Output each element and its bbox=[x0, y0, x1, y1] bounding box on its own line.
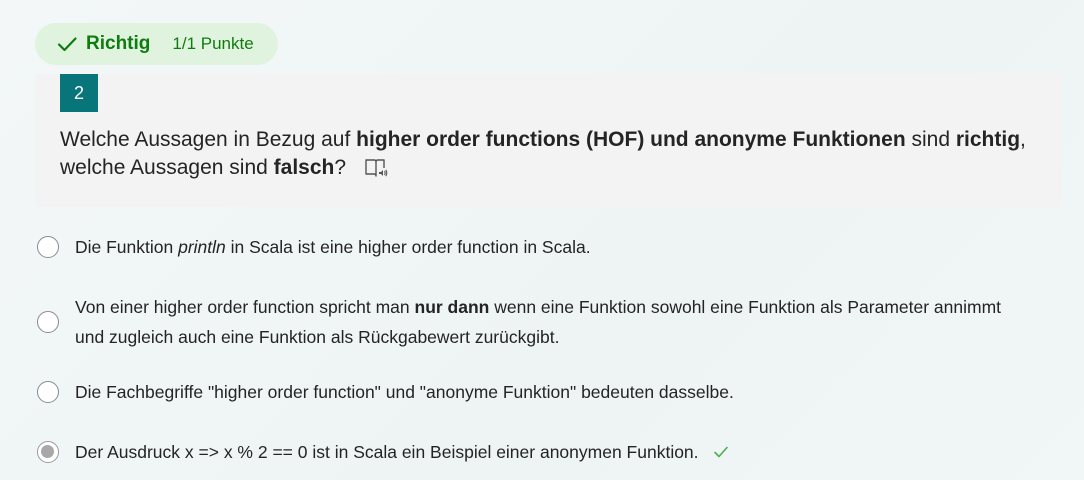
check-icon bbox=[57, 37, 77, 52]
radio-button[interactable] bbox=[37, 381, 59, 403]
question-text-part: sind bbox=[905, 128, 956, 151]
answer-text-italic: println bbox=[178, 237, 226, 257]
radio-button-selected[interactable] bbox=[37, 441, 59, 463]
question-text-bold: richtig bbox=[955, 128, 1021, 151]
check-icon bbox=[713, 446, 728, 458]
answer-option-label: Der Ausdruck x => x % 2 == 0 ist in Scal… bbox=[75, 437, 729, 467]
answer-option-selected[interactable]: Der Ausdruck x => x % 2 == 0 ist in Scal… bbox=[37, 437, 729, 467]
question-text-part: ? bbox=[334, 156, 347, 179]
answer-text: und zugleich auch eine Funktion als Rück… bbox=[75, 327, 560, 347]
radio-button[interactable] bbox=[37, 236, 59, 258]
answer-text: in Scala ist eine higher order function … bbox=[225, 237, 591, 257]
answer-text: Die Funktion bbox=[75, 237, 179, 257]
result-status: Richtig bbox=[86, 33, 151, 54]
question-text-bold: higher order functions (HOF) und anonyme… bbox=[356, 128, 906, 151]
answer-option[interactable]: Die Funktion println in Scala ist eine h… bbox=[37, 232, 591, 262]
radio-button[interactable] bbox=[37, 311, 59, 333]
question-card: 2 Welche Aussagen in Bezug auf higher or… bbox=[35, 74, 1062, 207]
question-text-part: Welche Aussagen in Bezug auf bbox=[60, 128, 357, 151]
answer-option-label: Die Funktion println in Scala ist eine h… bbox=[75, 232, 591, 262]
answer-text: Die Fachbegriffe "higher order function"… bbox=[75, 382, 734, 402]
result-points: 1/1 Punkte bbox=[172, 34, 254, 53]
question-number: 2 bbox=[60, 74, 98, 112]
answer-text: Von einer higher order function spricht … bbox=[75, 297, 415, 317]
result-badge: Richtig 1/1 Punkte bbox=[35, 23, 278, 65]
answer-option-label: Von einer higher order function spricht … bbox=[75, 292, 1001, 352]
question-text-part: welche Aussagen sind bbox=[60, 156, 274, 179]
answer-option[interactable]: Von einer higher order function spricht … bbox=[37, 292, 1001, 352]
answer-option[interactable]: Die Fachbegriffe "higher order function"… bbox=[37, 377, 734, 407]
answer-option-label: Die Fachbegriffe "higher order function"… bbox=[75, 377, 734, 407]
question-text-part: , bbox=[1020, 128, 1026, 151]
answer-text: wenn eine Funktion sowohl eine Funktion … bbox=[489, 297, 1002, 317]
question-text: Welche Aussagen in Bezug auf higher orde… bbox=[60, 126, 1050, 182]
question-text-bold: falsch bbox=[273, 156, 335, 179]
immersive-reader-icon[interactable] bbox=[364, 157, 388, 179]
answer-text: Der Ausdruck x => x % 2 == 0 ist in Scal… bbox=[75, 442, 699, 462]
answer-text-bold: nur dann bbox=[414, 297, 490, 317]
